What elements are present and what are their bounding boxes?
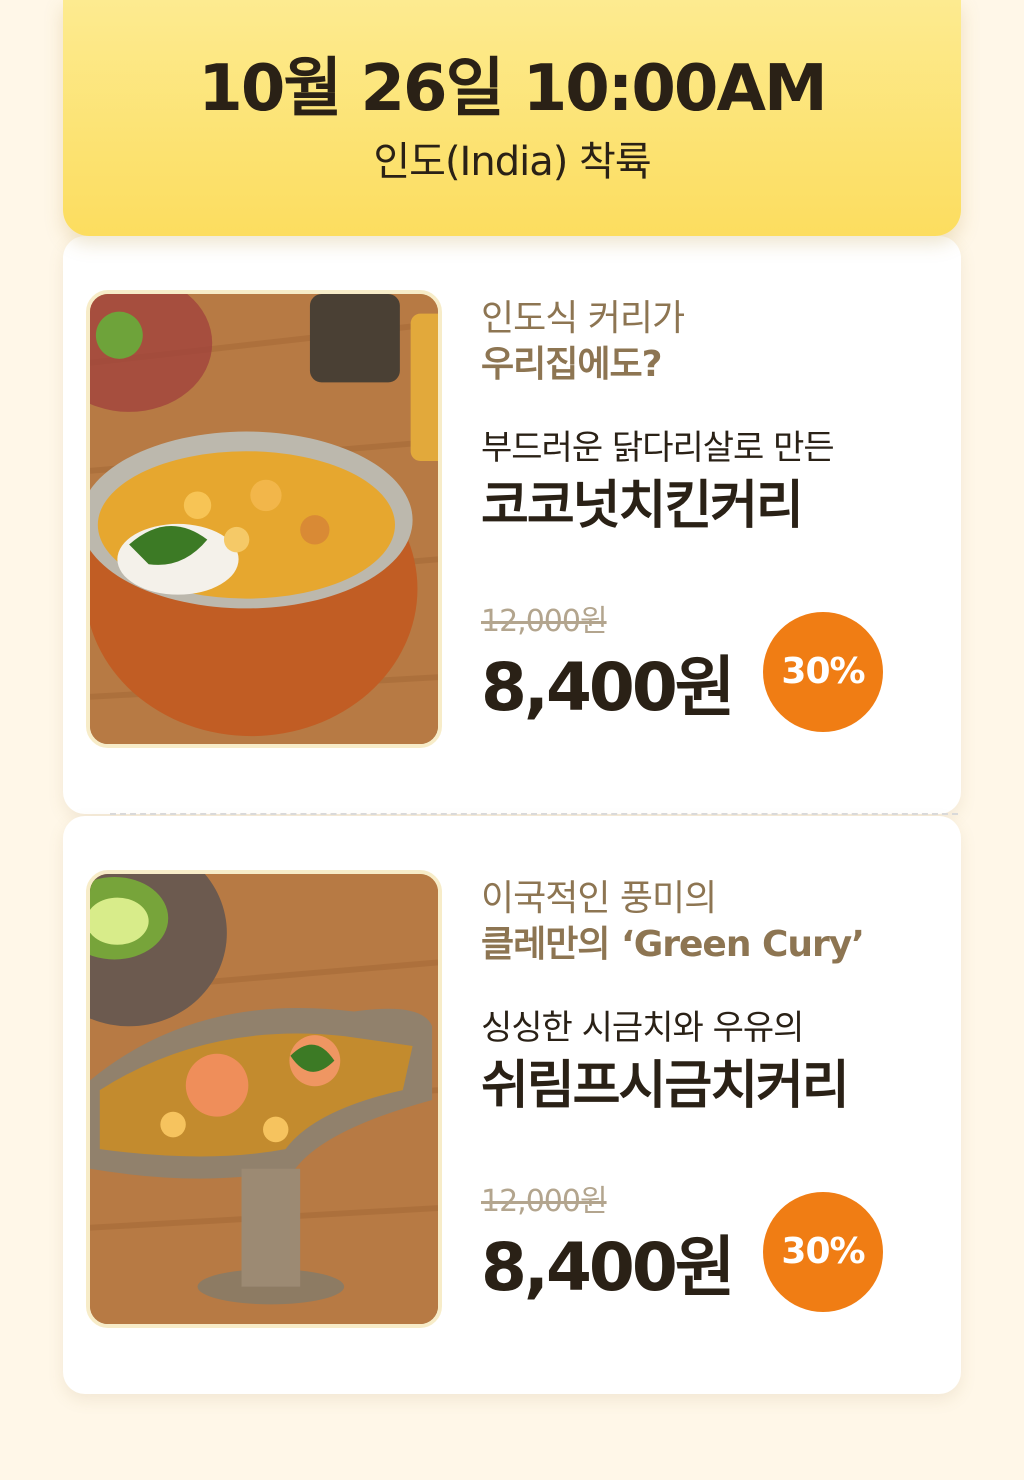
- product-name[interactable]: 코코넛치킨커리: [481, 474, 804, 538]
- product-tagline: 인도식 커리가 우리집에도?: [481, 296, 685, 388]
- tagline-line2: 우리집에도?: [481, 344, 662, 385]
- tagline-line1: 이국적인 풍미의: [481, 878, 717, 919]
- event-subtitle: 인도(India) 착륙: [373, 139, 651, 185]
- product-card[interactable]: 인도식 커리가 우리집에도? 부드러운 닭다리살로 만든 코코넛치킨커리 12,…: [63, 236, 961, 814]
- curry-bowl-photo[interactable]: [86, 290, 442, 748]
- original-price: 12,000원: [481, 604, 608, 639]
- event-date-title: 10월 26일 10:00AM: [198, 52, 827, 126]
- event-header: 10월 26일 10:00AM 인도(India) 착륙: [63, 0, 961, 236]
- original-price: 12,000원: [481, 1184, 608, 1219]
- promo-page: 10월 26일 10:00AM 인도(India) 착륙 인도식 커리가 우리집…: [0, 0, 1024, 1480]
- sale-price: 8,400원: [481, 649, 735, 726]
- sale-price: 8,400원: [481, 1229, 735, 1306]
- discount-badge: 30%: [763, 612, 883, 732]
- product-tagline: 이국적인 풍미의 클레만의 ‘Green Cury’: [481, 876, 865, 968]
- card-divider: [110, 813, 958, 815]
- tagline-line1: 인도식 커리가: [481, 298, 685, 339]
- product-name[interactable]: 쉬림프시금치커리: [481, 1054, 850, 1118]
- tagline-line2: 클레만의 ‘Green Cury’: [481, 924, 865, 965]
- product-card[interactable]: 이국적인 풍미의 클레만의 ‘Green Cury’ 싱싱한 시금치와 우유의 …: [63, 816, 961, 1394]
- product-description: 부드러운 닭다리살로 만든: [481, 428, 835, 468]
- product-description: 싱싱한 시금치와 우유의: [481, 1008, 804, 1048]
- discount-badge: 30%: [763, 1192, 883, 1312]
- shrimp-curry-boat-photo[interactable]: [86, 870, 442, 1328]
